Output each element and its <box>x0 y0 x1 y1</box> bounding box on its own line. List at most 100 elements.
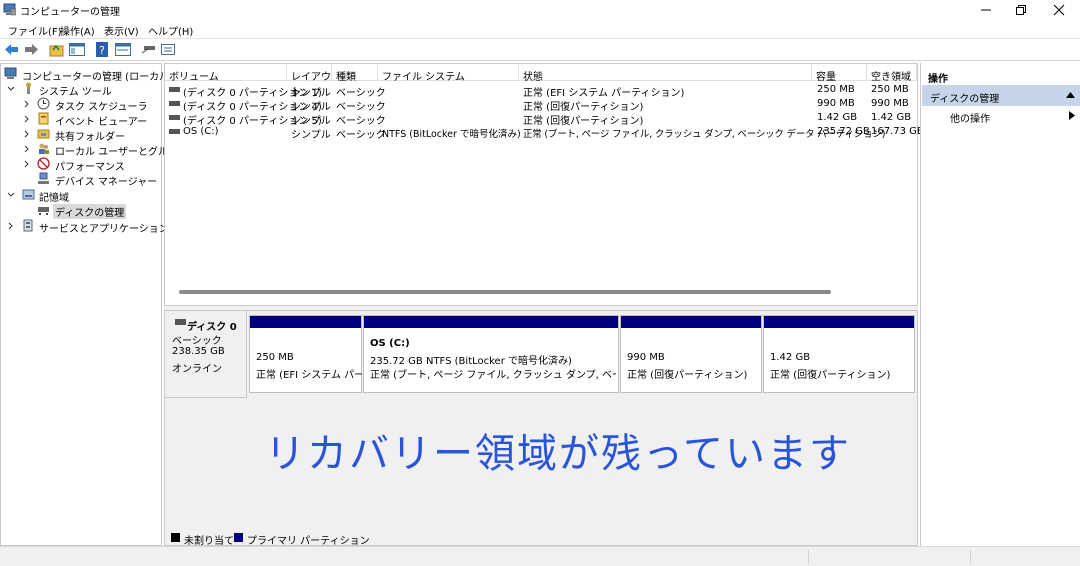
chevron-right-icon[interactable] <box>23 114 31 124</box>
partition-bar <box>764 316 914 328</box>
partition-efi[interactable]: 250 MB 正常 (EFI システム パーティ <box>249 315 362 393</box>
properties-icon[interactable] <box>114 41 132 58</box>
chevron-down-icon[interactable] <box>7 190 15 200</box>
disk-name: ディスク 0 <box>187 322 237 333</box>
disk-list-icon[interactable] <box>160 41 178 58</box>
action-section-label: ディスクの管理 <box>930 94 1000 105</box>
cell-capacity: 235.72 GB <box>817 126 870 137</box>
cell-capacity: 1.42 GB <box>817 112 858 123</box>
collapse-up-icon[interactable] <box>1066 92 1075 98</box>
column-header-free-space[interactable]: 空き領域 <box>867 64 917 83</box>
menu-view[interactable]: 表示(V) <box>104 23 139 38</box>
restore-button[interactable] <box>1000 0 1042 20</box>
partition-status: 正常 (ブート, ページ ファイル, クラッシュ ダンプ, ベーシック データ … <box>370 370 616 381</box>
disk-type: ベーシック <box>172 336 222 347</box>
legend-swatch-primary <box>234 533 243 542</box>
drive-icon <box>169 115 180 120</box>
column-header-layout[interactable]: レイアウト <box>287 64 332 98</box>
partition-bar <box>621 316 761 328</box>
submenu-arrow-icon[interactable] <box>1069 111 1075 120</box>
column-header-status[interactable]: 状態 <box>519 64 812 83</box>
tree-item-label: サービスとアプリケーション <box>39 224 169 235</box>
cell-layout: シンプル <box>291 130 331 141</box>
tree-item-label: 共有フォルダー <box>55 132 125 143</box>
volume-list-header: ボリューム レイアウト 種類 ファイル システム 状態 容量 空き領域 <box>165 64 917 98</box>
console-tree: コンピューターの管理 (ローカル) システム ツール タスク スケジューラ イベ… <box>0 63 187 546</box>
column-header-filesystem[interactable]: ファイル システム <box>378 64 519 83</box>
tree-item-label: デバイス マネージャー <box>55 177 158 188</box>
partition-recovery-1[interactable]: 990 MB 正常 (回復パーティション) <box>620 315 762 393</box>
table-row[interactable]: (ディスク 0 パーティション 1) シンプル ベーシック 正常 (EFI シス… <box>165 83 917 99</box>
legend-label-primary: プライマリ パーティション <box>247 536 370 547</box>
tree-item-label: 記憶域 <box>39 193 69 204</box>
action-section-disk-management[interactable]: ディスクの管理 <box>922 85 1080 106</box>
toolbar: ? <box>0 39 1080 61</box>
restore-icon <box>1016 5 1026 15</box>
tree-item-label: タスク スケジューラ <box>55 102 148 113</box>
clock-icon <box>37 97 50 110</box>
system-tools-icon <box>26 82 31 94</box>
back-arrow-icon[interactable] <box>3 41 21 58</box>
cell-volume: OS (C:) <box>183 126 219 137</box>
users-icon <box>39 143 49 154</box>
svg-text:?: ? <box>99 44 105 57</box>
help-icon[interactable]: ? <box>94 41 112 58</box>
disk-0-label[interactable]: ディスク 0 ベーシック 238.35 GB オンライン <box>165 311 247 398</box>
volume-list: ボリューム レイアウト 種類 ファイル システム 状態 容量 空き領域 (ディス… <box>164 63 924 306</box>
partition-size: 1.42 GB <box>770 352 811 363</box>
status-separator <box>808 550 809 564</box>
tree-item-label: イベント ビューアー <box>55 117 148 128</box>
horizontal-scrollbar[interactable] <box>179 290 831 294</box>
partition-status: 正常 (回復パーティション) <box>627 370 748 381</box>
minimize-icon <box>981 9 991 11</box>
chevron-right-icon[interactable] <box>23 129 31 139</box>
column-header-type[interactable]: 種類 <box>332 64 378 83</box>
cell-free-space: 990 MB <box>871 98 909 109</box>
show-hide-tree-icon[interactable] <box>68 41 86 58</box>
close-icon <box>1053 4 1065 16</box>
device-manager-icon <box>38 172 49 184</box>
table-row[interactable]: (ディスク 0 パーティション 5) シンプル ベーシック 正常 (回復パーティ… <box>165 111 917 127</box>
computer-management-icon <box>3 3 16 16</box>
title-bar: コンピューターの管理 <box>0 0 1080 20</box>
partition-recovery-2[interactable]: 1.42 GB 正常 (回復パーティション) <box>763 315 915 393</box>
table-row[interactable]: (ディスク 0 パーティション 4) シンプル ベーシック 正常 (回復パーティ… <box>165 97 917 113</box>
legend-label-unallocated: 未割り当て <box>184 536 234 547</box>
up-folder-icon[interactable] <box>48 41 66 58</box>
disk-size: 238.35 GB <box>172 346 225 357</box>
cell-capacity: 250 MB <box>817 84 855 95</box>
partition-os-c[interactable]: OS (C:) 235.72 GB NTFS (BitLocker で暗号化済み… <box>363 315 619 393</box>
menu-action[interactable]: 操作(A) <box>60 23 95 38</box>
status-separator <box>970 550 971 564</box>
chevron-right-icon[interactable] <box>23 144 31 154</box>
cell-free-space: 1.42 GB <box>871 112 912 123</box>
partition-status: 正常 (回復パーティション) <box>770 370 891 381</box>
column-header-volume[interactable]: ボリューム <box>165 64 287 83</box>
chevron-right-icon[interactable] <box>23 159 31 169</box>
shared-folder-icon <box>37 129 50 139</box>
tree-item-label: コンピューターの管理 (ローカル) <box>22 72 173 83</box>
disk-icon <box>175 319 186 325</box>
tree-item-label: システム ツール <box>39 87 112 98</box>
menu-bar: ファイル(F) 操作(A) 表示(V) ヘルプ(H) <box>0 20 1080 39</box>
action-pane: 操作 ディスクの管理 他の操作 <box>920 63 1080 546</box>
table-row[interactable]: OS (C:) シンプル ベーシック NTFS (BitLocker で暗号化済… <box>165 125 924 141</box>
window-title: コンピューターの管理 <box>20 7 120 18</box>
legend-swatch-unallocated <box>171 533 180 542</box>
cell-capacity: 990 MB <box>817 98 855 109</box>
disk-status: オンライン <box>172 364 222 375</box>
chevron-right-icon[interactable] <box>7 221 15 231</box>
menu-help[interactable]: ヘルプ(H) <box>148 23 193 38</box>
forward-arrow-icon[interactable] <box>22 41 40 58</box>
computer-management-icon <box>4 67 17 79</box>
chevron-right-icon[interactable] <box>23 99 31 109</box>
column-header-capacity[interactable]: 容量 <box>812 64 867 83</box>
drive-icon <box>169 101 180 106</box>
storage-icon <box>22 189 35 200</box>
drive-icon <box>169 129 180 134</box>
chevron-down-icon[interactable] <box>7 84 15 94</box>
connect-icon[interactable] <box>140 41 158 58</box>
action-more-actions[interactable]: 他の操作 <box>950 110 990 125</box>
close-button[interactable] <box>1038 0 1080 20</box>
menu-file[interactable]: ファイル(F) <box>8 23 62 38</box>
